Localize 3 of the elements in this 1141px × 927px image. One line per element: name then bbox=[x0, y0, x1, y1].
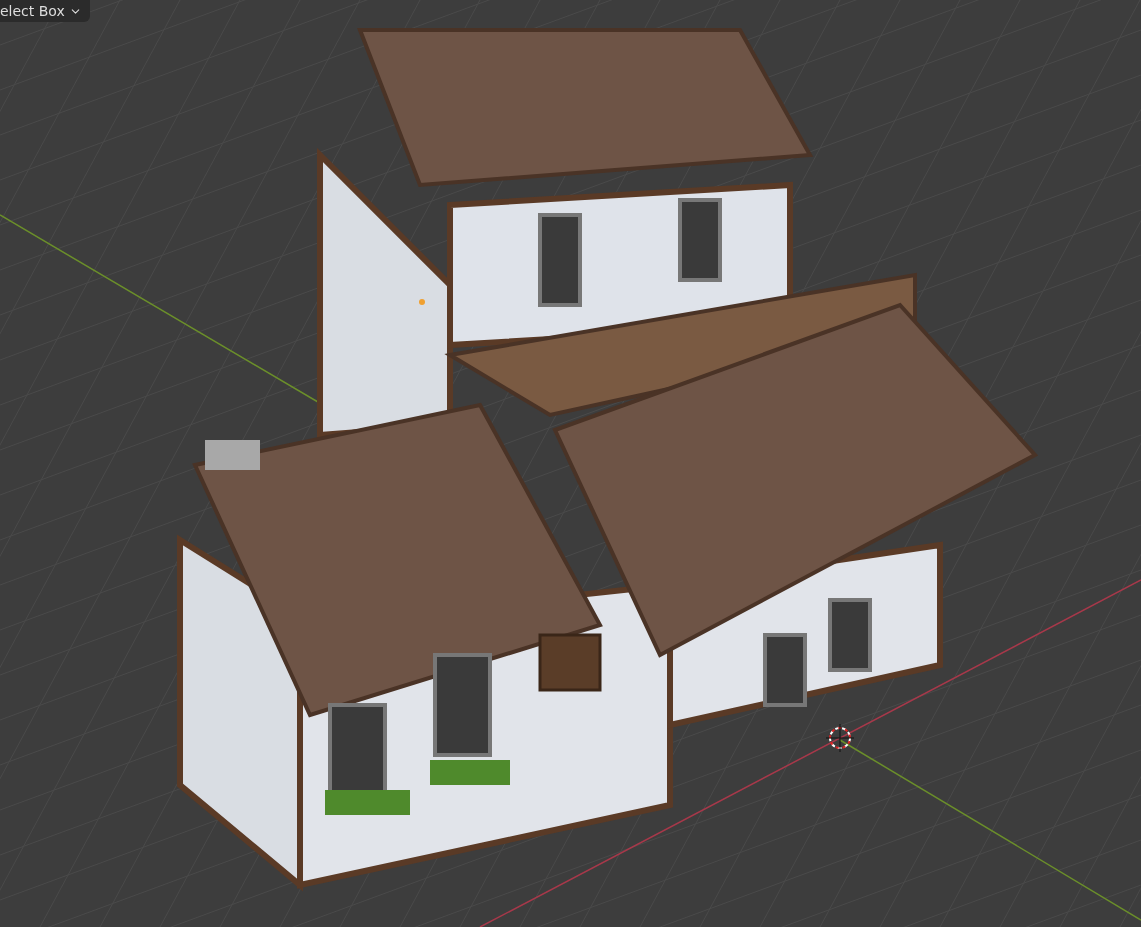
3d-viewport[interactable]: elect Box bbox=[0, 0, 1141, 927]
select-mode-dropdown[interactable]: elect Box bbox=[0, 0, 90, 22]
3d-cursor-icon bbox=[826, 724, 854, 752]
